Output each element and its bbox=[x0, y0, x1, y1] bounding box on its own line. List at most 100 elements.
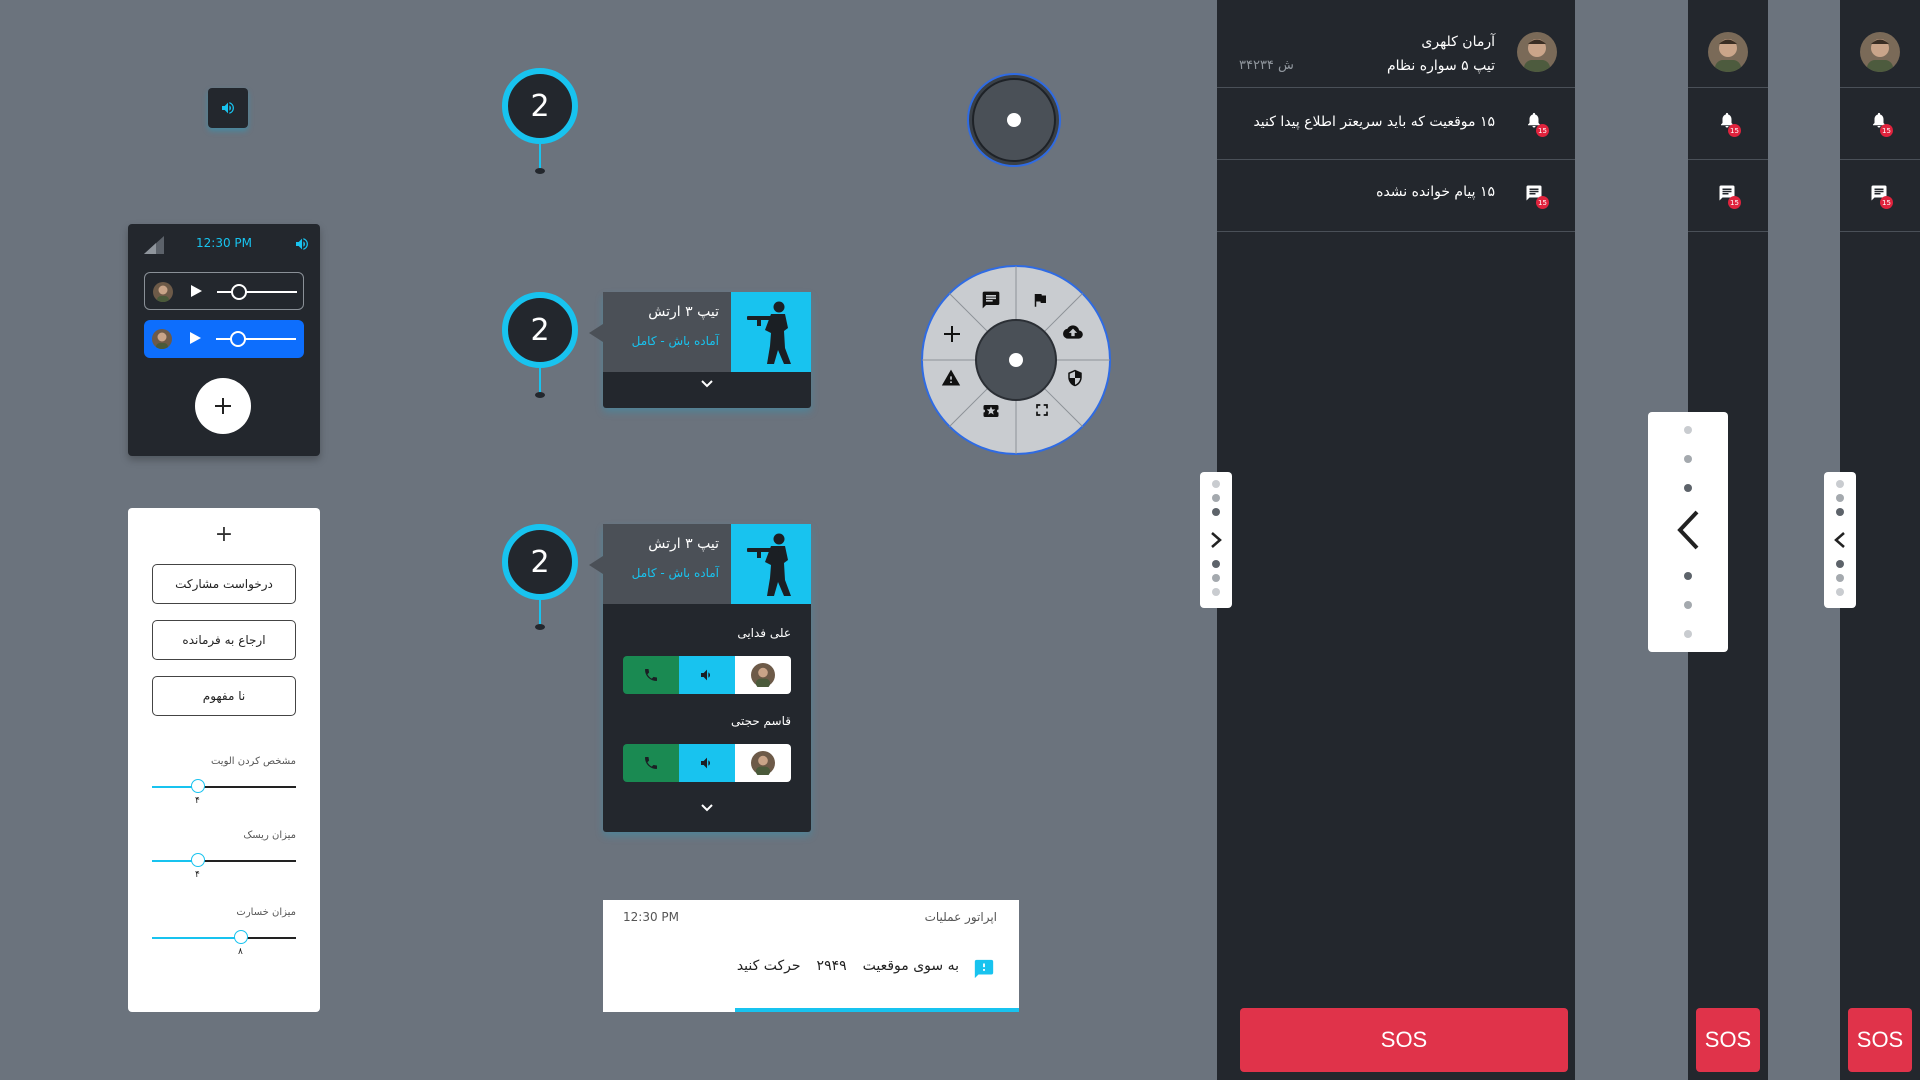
team-avatar bbox=[731, 292, 811, 372]
voice-track-row-active[interactable] bbox=[144, 320, 304, 358]
alerts-badge: 15 bbox=[1880, 124, 1893, 137]
expand-button[interactable] bbox=[603, 380, 811, 388]
map-pin[interactable]: 2 bbox=[502, 292, 578, 398]
message-part: حرکت کنید bbox=[736, 958, 801, 974]
member-avatar bbox=[735, 744, 791, 782]
slider-value: ۴ bbox=[195, 796, 200, 806]
call-button[interactable] bbox=[623, 656, 679, 694]
team-status: آماده باش - کامل bbox=[631, 566, 719, 580]
volume-icon[interactable] bbox=[294, 236, 310, 252]
alerts-badge: 15 bbox=[1728, 124, 1741, 137]
cloud-upload-icon[interactable] bbox=[1062, 322, 1084, 342]
slider-knob[interactable] bbox=[191, 853, 205, 867]
avatar bbox=[153, 282, 173, 302]
sos-button[interactable]: SOS bbox=[1848, 1008, 1912, 1072]
speaker-icon bbox=[701, 669, 710, 681]
risk-label: میزان ریسک bbox=[243, 830, 296, 841]
audio-progress-track[interactable] bbox=[216, 338, 296, 340]
alerts-row[interactable]: 15 ۱۵ موقعیت که باید سریعتر اطلاع پیدا ک… bbox=[1217, 88, 1575, 160]
soldier-icon bbox=[747, 533, 791, 596]
damage-slider[interactable]: ۸ bbox=[152, 930, 296, 957]
alerts-row[interactable]: 15 bbox=[1840, 88, 1920, 160]
map-pin[interactable]: 2 bbox=[502, 68, 578, 174]
damage-label: میزان خسارت bbox=[236, 907, 296, 918]
slider-value: ۸ bbox=[238, 947, 243, 957]
sidebar-toggle-handle[interactable] bbox=[1200, 472, 1232, 608]
user-row[interactable]: آرمان کلهری تیپ ۵ سواره نظام ش ۳۴۲۳۴ bbox=[1217, 0, 1575, 88]
alerts-badge: 15 bbox=[1536, 124, 1549, 137]
audio-progress-knob[interactable] bbox=[230, 331, 246, 347]
user-id: ش ۳۴۲۳۴ bbox=[1239, 58, 1294, 73]
chevron-down-icon bbox=[701, 380, 713, 388]
sidebar-expand-handle[interactable] bbox=[1648, 412, 1728, 652]
notification-toast[interactable]: اپراتور عملیات 12:30 PM به سوی موقعیت ۲۹۴… bbox=[603, 900, 1019, 1012]
priority-slider[interactable]: ۴ bbox=[152, 779, 296, 806]
member-actions bbox=[623, 744, 791, 782]
slider-fill bbox=[152, 937, 241, 939]
chevron-right-icon bbox=[1211, 532, 1222, 548]
slider-value: ۴ bbox=[195, 870, 200, 880]
radial-menu-closed[interactable] bbox=[966, 72, 1062, 168]
risk-slider[interactable]: ۴ bbox=[152, 853, 296, 880]
phone-icon bbox=[645, 757, 657, 769]
messages-badge: 15 bbox=[1536, 196, 1549, 209]
user-row[interactable] bbox=[1840, 0, 1920, 88]
pin-count: 2 bbox=[502, 68, 578, 144]
plus-icon[interactable] bbox=[944, 326, 960, 342]
slider-knob[interactable] bbox=[234, 930, 248, 944]
add-voice-button[interactable] bbox=[195, 378, 251, 434]
avatar bbox=[1517, 32, 1557, 72]
actions-panel: + درخواست مشارکت ارجاع به فرمانده نا مفه… bbox=[128, 508, 320, 1012]
team-card-expanded[interactable]: تیپ ۳ ارتش آماده باش - کامل علی فدایی قا… bbox=[589, 524, 811, 832]
map-pin[interactable]: 2 bbox=[502, 524, 578, 630]
alert-message-icon bbox=[974, 959, 994, 979]
voice-button[interactable] bbox=[679, 744, 735, 782]
messages-row[interactable]: 15 bbox=[1840, 160, 1920, 232]
shield-icon[interactable] bbox=[1066, 368, 1084, 388]
voice-button[interactable] bbox=[679, 656, 735, 694]
slider-knob[interactable] bbox=[191, 779, 205, 793]
alerts-text: ۱۵ موقعیت که باید سریعتر اطلاع پیدا کنید bbox=[1253, 114, 1495, 130]
location-number: ۲۹۴۹ bbox=[816, 958, 847, 974]
avatar bbox=[1860, 32, 1900, 72]
messages-row[interactable]: 15 bbox=[1688, 160, 1768, 232]
ticket-icon[interactable] bbox=[980, 402, 1002, 420]
warning-icon[interactable] bbox=[940, 368, 962, 388]
play-icon[interactable] bbox=[189, 284, 203, 298]
pin-base bbox=[535, 168, 545, 174]
team-card-collapsed[interactable]: تیپ ۳ ارتش آماده باش - کامل bbox=[589, 292, 811, 408]
flag-icon[interactable] bbox=[1031, 290, 1049, 310]
audio-progress-knob[interactable] bbox=[231, 284, 247, 300]
add-action-button[interactable]: + bbox=[128, 522, 320, 547]
call-button[interactable] bbox=[623, 744, 679, 782]
member-actions bbox=[623, 656, 791, 694]
user-row[interactable] bbox=[1688, 0, 1768, 88]
alerts-row[interactable]: 15 bbox=[1688, 88, 1768, 160]
sos-button[interactable]: SOS bbox=[1240, 1008, 1568, 1072]
speaker-icon bbox=[701, 757, 710, 769]
messages-row[interactable]: 15 ۱۵ پیام خوانده نشده bbox=[1217, 160, 1575, 232]
request-participation-button[interactable]: درخواست مشارکت bbox=[152, 564, 296, 604]
collapse-button[interactable] bbox=[603, 804, 811, 812]
card-pointer bbox=[589, 556, 603, 574]
sos-button[interactable]: SOS bbox=[1696, 1008, 1760, 1072]
fullscreen-icon[interactable] bbox=[1032, 400, 1052, 420]
pin-count: 2 bbox=[502, 292, 578, 368]
voice-track-row[interactable] bbox=[144, 272, 304, 310]
audio-progress-track[interactable] bbox=[217, 291, 297, 293]
messages-text: ۱۵ پیام خوانده نشده bbox=[1376, 184, 1495, 200]
clock: 12:30 PM bbox=[196, 236, 252, 250]
play-icon[interactable] bbox=[188, 331, 202, 345]
message-icon[interactable] bbox=[981, 290, 1001, 310]
sidebar-toggle-handle[interactable] bbox=[1824, 472, 1856, 608]
notification-source: اپراتور عملیات bbox=[924, 910, 997, 924]
unclear-button[interactable]: نا مفهوم bbox=[152, 676, 296, 716]
team-card-header: تیپ ۳ ارتش آماده باش - کامل bbox=[589, 524, 811, 604]
soldier-icon bbox=[747, 301, 791, 364]
pin-base bbox=[535, 624, 545, 630]
speaker-button[interactable] bbox=[208, 88, 248, 128]
refer-to-commander-button[interactable]: ارجاع به فرمانده bbox=[152, 620, 296, 660]
message-part: به سوی موقعیت bbox=[862, 958, 959, 974]
avatar bbox=[1708, 32, 1748, 72]
user-unit: تیپ ۵ سواره نظام bbox=[1386, 58, 1495, 74]
